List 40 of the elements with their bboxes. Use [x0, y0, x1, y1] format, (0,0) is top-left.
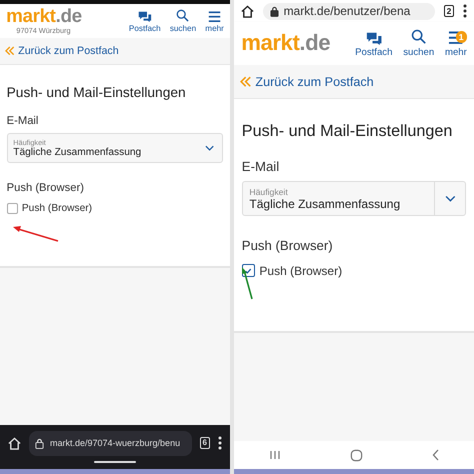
lock-icon	[270, 6, 279, 16]
search-icon	[411, 29, 426, 45]
page-title: Push- und Mail-Einstellungen	[242, 122, 454, 142]
section-heading: E-Mail	[6, 115, 40, 128]
menu-icon	[448, 31, 464, 45]
double-chevron-icon	[240, 76, 252, 88]
address-bar[interactable]: markt.de/benutzer/bena	[262, 2, 436, 20]
nav-button[interactable]: Postfach	[128, 11, 161, 33]
chevron-down-icon	[444, 195, 456, 202]
checkbox-label: Push (Browser)	[22, 202, 92, 214]
site-logo[interactable]: markt.de	[6, 7, 82, 26]
section-heading: Push (Browser)	[242, 238, 334, 254]
chevron-down-icon	[205, 144, 214, 152]
site-logo[interactable]: markt.de	[241, 32, 330, 55]
nav-button[interactable]: suchen	[403, 29, 434, 58]
chat-icon	[366, 32, 382, 45]
tab-count[interactable]: 6	[200, 437, 210, 449]
recent-apps-icon[interactable]	[268, 449, 280, 461]
nav-button[interactable]: mehr 1	[444, 31, 467, 58]
tab-count[interactable]: 2	[444, 4, 454, 18]
checkbox-label: Push (Browser)	[259, 264, 342, 278]
double-chevron-icon	[5, 46, 15, 56]
address-bar[interactable]: markt.de/97074-wuerzburg/benu	[29, 430, 192, 456]
lock-icon	[35, 438, 44, 448]
page-title: Push- und Mail-Einstellungen	[6, 84, 187, 100]
back-icon[interactable]	[432, 449, 440, 461]
chat-icon	[138, 11, 152, 22]
section-heading: E-Mail	[242, 159, 280, 174]
home-icon[interactable]	[241, 4, 254, 18]
frequency-select[interactable]: Häufigkeit Tägliche Zusammenfassung	[242, 180, 466, 216]
nav-button[interactable]: suchen	[170, 9, 196, 33]
notification-badge: 1	[456, 31, 467, 42]
more-icon[interactable]	[218, 436, 222, 450]
checkbox[interactable]	[6, 202, 18, 214]
menu-icon	[208, 10, 222, 22]
more-icon[interactable]	[462, 4, 467, 18]
search-icon	[176, 9, 190, 22]
nav-button[interactable]: mehr	[205, 10, 224, 33]
nav-button[interactable]: Postfach	[355, 32, 392, 58]
section-heading: Push (Browser)	[6, 182, 85, 194]
